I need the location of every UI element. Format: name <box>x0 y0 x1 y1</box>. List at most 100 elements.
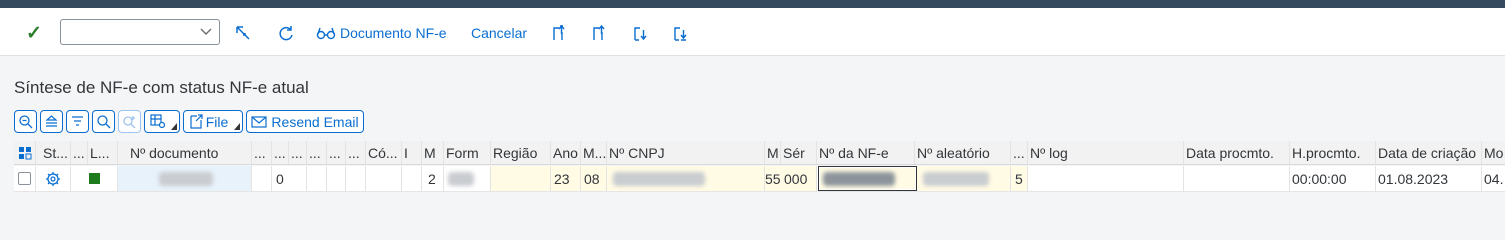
header-col-dots[interactable]: ... <box>71 141 88 164</box>
header-col-dots[interactable]: ... <box>327 141 346 164</box>
glasses-icon <box>316 27 336 40</box>
table-cell <box>402 166 422 191</box>
header-document-number[interactable]: Nº documento <box>118 141 252 164</box>
select-all-cell[interactable] <box>14 141 36 164</box>
table-cell <box>307 166 327 191</box>
previous-page-button[interactable] <box>587 21 611 45</box>
cancel-button[interactable]: Cancelar <box>471 21 527 45</box>
header-log-number[interactable]: Nº log <box>1028 141 1184 164</box>
document-number-cell[interactable] <box>118 166 252 191</box>
sort-descending-icon <box>72 116 83 126</box>
processing-date-cell <box>1184 166 1290 191</box>
sort-ascending-button[interactable] <box>40 110 63 133</box>
log-number-cell <box>1028 166 1184 191</box>
checkmark-icon: ✓ <box>26 22 42 44</box>
redacted-value <box>823 171 895 186</box>
table-cell <box>366 166 402 191</box>
table-cell <box>346 166 366 191</box>
page-down-icon <box>634 27 647 41</box>
search-icon <box>97 115 111 129</box>
header-cnpj[interactable]: Nº CNPJ <box>607 141 765 164</box>
document-nfe-label: Documento NF-e <box>340 25 447 41</box>
zoom-detail-icon <box>19 115 33 129</box>
header-processing-time[interactable]: H.procmto. <box>1290 141 1376 164</box>
grid-settings-icon <box>149 114 165 129</box>
file-export-icon <box>190 114 203 129</box>
shell-header-bar <box>0 0 1505 8</box>
file-menu-button[interactable]: File <box>183 110 243 133</box>
year-cell: 23 <box>551 166 581 191</box>
month-cell: 08 <box>581 166 607 191</box>
refresh-icon <box>279 26 293 41</box>
table-cell <box>252 166 272 191</box>
row-checkbox[interactable] <box>18 172 31 185</box>
redacted-value <box>448 171 474 186</box>
cnpj-cell <box>607 166 765 191</box>
header-processing-date[interactable]: Data procmto. <box>1184 141 1290 164</box>
header-col-dots[interactable]: ... <box>307 141 327 164</box>
command-dropdown[interactable] <box>60 19 220 45</box>
page-down-last-icon <box>674 27 687 41</box>
status-cell[interactable] <box>36 166 71 191</box>
header-mod[interactable]: Mo <box>1482 141 1505 164</box>
table-header-row: St... ... L... Nº documento ... ... ... … <box>14 141 1505 165</box>
resend-email-label: Resend Email <box>271 113 359 130</box>
header-region[interactable]: Região <box>491 141 551 164</box>
processing-time-cell: 00:00:00 <box>1290 166 1376 191</box>
header-m[interactable]: M <box>422 141 444 164</box>
last-page-button[interactable] <box>668 21 692 45</box>
alv-toolbar: File Resend Email <box>14 110 364 134</box>
dropdown-triangle-icon <box>171 123 177 130</box>
page-title: Síntese de NF-e com status NF-e atual <box>14 78 309 97</box>
table-cell: 2 <box>422 166 444 191</box>
search-next-icon <box>123 116 136 129</box>
header-series[interactable]: Sér <box>781 141 817 164</box>
details-button[interactable] <box>14 110 37 133</box>
header-code[interactable]: Có... <box>366 141 402 164</box>
gear-icon[interactable] <box>45 171 61 187</box>
application-toolbar: ✓ Documento NF-e Cancelar <box>0 8 1505 56</box>
redacted-value <box>613 171 705 186</box>
header-col-dots[interactable]: ... <box>1011 141 1028 164</box>
table-row[interactable]: 0 2 23 08 55 000 5 00:00:00 01.08.2023 0… <box>14 166 1505 192</box>
cancel-label: Cancelar <box>471 25 528 41</box>
table-cell: 0 <box>272 166 307 191</box>
header-random-number[interactable]: Nº aleatório <box>915 141 1011 164</box>
nfe-number-cell[interactable] <box>818 166 917 191</box>
sort-descending-button[interactable] <box>66 110 89 133</box>
green-status-icon <box>88 173 100 184</box>
header-col-dots[interactable]: ... <box>252 141 272 164</box>
header-l[interactable]: L... <box>88 141 118 164</box>
resend-email-button[interactable]: Resend Email <box>246 110 364 133</box>
sort-ascending-icon <box>45 115 58 127</box>
header-col-dots[interactable]: ... <box>289 141 307 164</box>
find-next-button[interactable] <box>118 110 141 133</box>
log-digit-cell: 5 <box>1011 166 1028 191</box>
header-nfe-number[interactable]: Nº da NF-e <box>817 141 915 164</box>
row-select-cell[interactable] <box>14 166 36 191</box>
layout-settings-button[interactable] <box>144 110 180 133</box>
header-col-dots[interactable]: ... <box>272 141 289 164</box>
refresh-button[interactable] <box>274 21 298 45</box>
page-up-first-icon <box>553 24 565 40</box>
header-month[interactable]: M... <box>581 141 607 164</box>
execute-check-button[interactable]: ✓ <box>16 22 52 44</box>
document-nfe-button[interactable]: Documento NF-e <box>316 21 447 45</box>
header-year[interactable]: Ano <box>551 141 581 164</box>
select-all-grid-icon <box>18 146 31 159</box>
header-created-date[interactable]: Data de criação <box>1376 141 1482 164</box>
first-page-button[interactable] <box>547 21 571 45</box>
header-form[interactable]: Form <box>444 141 491 164</box>
header-model[interactable]: M <box>765 141 781 164</box>
select-arrow-button[interactable] <box>231 21 255 45</box>
series-cell: 000 <box>781 166 817 191</box>
find-button[interactable] <box>92 110 115 133</box>
table-cell <box>327 166 346 191</box>
region-cell <box>491 166 551 191</box>
header-col-dots[interactable]: ... <box>346 141 366 164</box>
page-up-icon <box>593 24 605 40</box>
header-i[interactable]: I <box>402 141 422 164</box>
chevron-down-icon <box>200 28 212 35</box>
header-status[interactable]: St... <box>41 141 71 164</box>
next-page-button[interactable] <box>628 21 652 45</box>
